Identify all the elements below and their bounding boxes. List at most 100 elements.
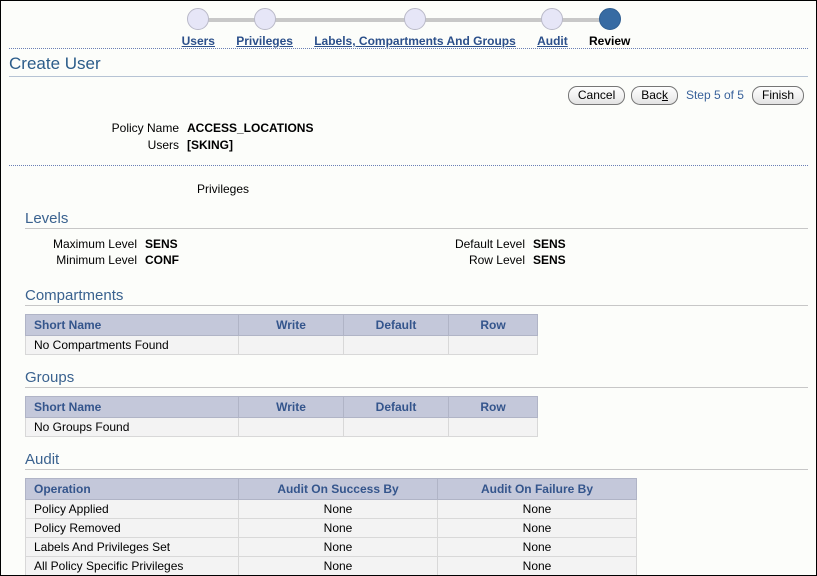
users-label: Users [1,138,187,152]
users-row: Users [SKING] [1,138,816,152]
audit-section: Audit OperationAudit On Success ByAudit … [9,451,808,576]
page-title: Create User [1,49,816,76]
level-value: SENS [533,237,566,251]
audit-heading: Audit [9,451,808,469]
level-value: CONF [145,253,179,267]
table-cell: Policy Removed [26,519,239,538]
train-step-audit[interactable]: Audit [526,1,578,48]
compartments-heading-rule [25,305,808,306]
column-header: Default [344,315,449,336]
train-step-label[interactable]: Users [182,34,215,48]
levels-grid: Maximum LevelSENSMinimum LevelCONF Defau… [9,229,808,273]
back-button[interactable]: Back [631,86,678,105]
train-step-label[interactable]: Privileges [236,34,293,48]
wizard-train: Users Privileges Labels, Compartments And … [1,1,816,48]
level-label: Default Level [417,237,533,251]
cancel-button[interactable]: Cancel [568,86,625,105]
table-cell: No Compartments Found [26,336,239,355]
column-header: Row [449,397,538,418]
train-step-dot-icon [187,8,209,30]
level-row: Row LevelSENS [417,253,566,267]
train-step-dot-icon [404,8,426,30]
audit-table: OperationAudit On Success ByAudit On Fai… [25,478,637,576]
table-cell: Labels And Privileges Set [26,538,239,557]
compartments-heading: Compartments [9,287,808,305]
table-cell [344,418,449,437]
column-header: Default [344,397,449,418]
create-user-review-page: Users Privileges Labels, Compartments And … [0,0,817,576]
column-header: Write [239,315,344,336]
step-counter: Step 5 of 5 [684,88,746,102]
train-step-labels-compartments-and-groups[interactable]: Labels, Compartments And Groups [304,1,527,48]
train-step-users[interactable]: Users [171,1,226,48]
column-header: Audit On Success By [239,479,438,500]
table-cell [449,418,538,437]
table-header-row: Short NameWriteDefaultRow [26,397,538,418]
train-step-dot-icon [541,8,563,30]
level-label: Row Level [417,253,533,267]
table-header-row: OperationAudit On Success ByAudit On Fai… [26,479,637,500]
table-row: Policy RemovedNoneNone [26,519,637,538]
train-step-privileges[interactable]: Privileges [226,1,304,48]
train-step-review: Review [578,1,641,48]
column-header: Operation [26,479,239,500]
table-cell: No Groups Found [26,418,239,437]
table-row: Labels And Privileges SetNoneNone [26,538,637,557]
column-header: Write [239,397,344,418]
table-cell: None [438,557,637,576]
table-cell [239,418,344,437]
levels-column-left: Maximum LevelSENSMinimum LevelCONF [9,237,417,269]
table-cell: None [438,500,637,519]
levels-section: Levels Maximum LevelSENSMinimum LevelCON… [9,210,808,273]
table-row: No Groups Found [26,418,538,437]
back-button-accesskey: k [662,88,668,102]
level-value: SENS [145,237,178,251]
table-cell [344,336,449,355]
table-cell [449,336,538,355]
table-cell: None [438,519,637,538]
wizard-button-bar: Cancel Back Step 5 of 5 Finish [1,77,816,107]
train-step-dot-icon [599,8,621,30]
table-cell: None [239,500,438,519]
column-header: Short Name [26,397,239,418]
summary-fields: Policy Name ACCESS_LOCATIONS Users [SKIN… [1,107,816,165]
policy-name-label: Policy Name [1,121,187,135]
train-step-dot-icon [254,8,276,30]
levels-heading: Levels [9,210,808,228]
level-label: Maximum Level [9,237,145,251]
policy-name-row: Policy Name ACCESS_LOCATIONS [1,121,816,135]
table-cell: None [438,538,637,557]
column-header: Row [449,315,538,336]
column-header: Short Name [26,315,239,336]
users-value: [SKING] [187,138,233,152]
table-row: No Compartments Found [26,336,538,355]
table-cell [239,336,344,355]
table-header-row: Short NameWriteDefaultRow [26,315,538,336]
table-cell: None [239,538,438,557]
table-cell: Policy Applied [26,500,239,519]
level-value: SENS [533,253,566,267]
groups-table: Short NameWriteDefaultRow No Groups Foun… [25,396,538,437]
groups-section: Groups Short NameWriteDefaultRow No Grou… [9,369,808,437]
table-row: All Policy Specific PrivilegesNoneNone [26,557,637,576]
level-row: Default LevelSENS [417,237,566,251]
train-step-label: Review [589,34,630,48]
finish-button[interactable]: Finish [752,86,804,105]
audit-heading-rule [25,469,808,470]
levels-column-right: Default LevelSENSRow LevelSENS [417,237,566,269]
table-cell: None [239,557,438,576]
table-row: Policy AppliedNoneNone [26,500,637,519]
policy-name-value: ACCESS_LOCATIONS [187,121,313,135]
groups-heading: Groups [9,369,808,387]
back-button-label: Bac [641,88,662,102]
level-label: Minimum Level [9,253,145,267]
review-content: Privileges Levels Maximum LevelSENSMinim… [1,166,816,576]
train-step-label[interactable]: Labels, Compartments And Groups [314,34,516,48]
table-cell: All Policy Specific Privileges [26,557,239,576]
privileges-subheading: Privileges [9,166,808,196]
table-cell: None [239,519,438,538]
train-step-label[interactable]: Audit [537,34,568,48]
column-header: Audit On Failure By [438,479,637,500]
level-row: Maximum LevelSENS [9,237,417,251]
privileges-subheading-label: Privileges [197,182,249,196]
